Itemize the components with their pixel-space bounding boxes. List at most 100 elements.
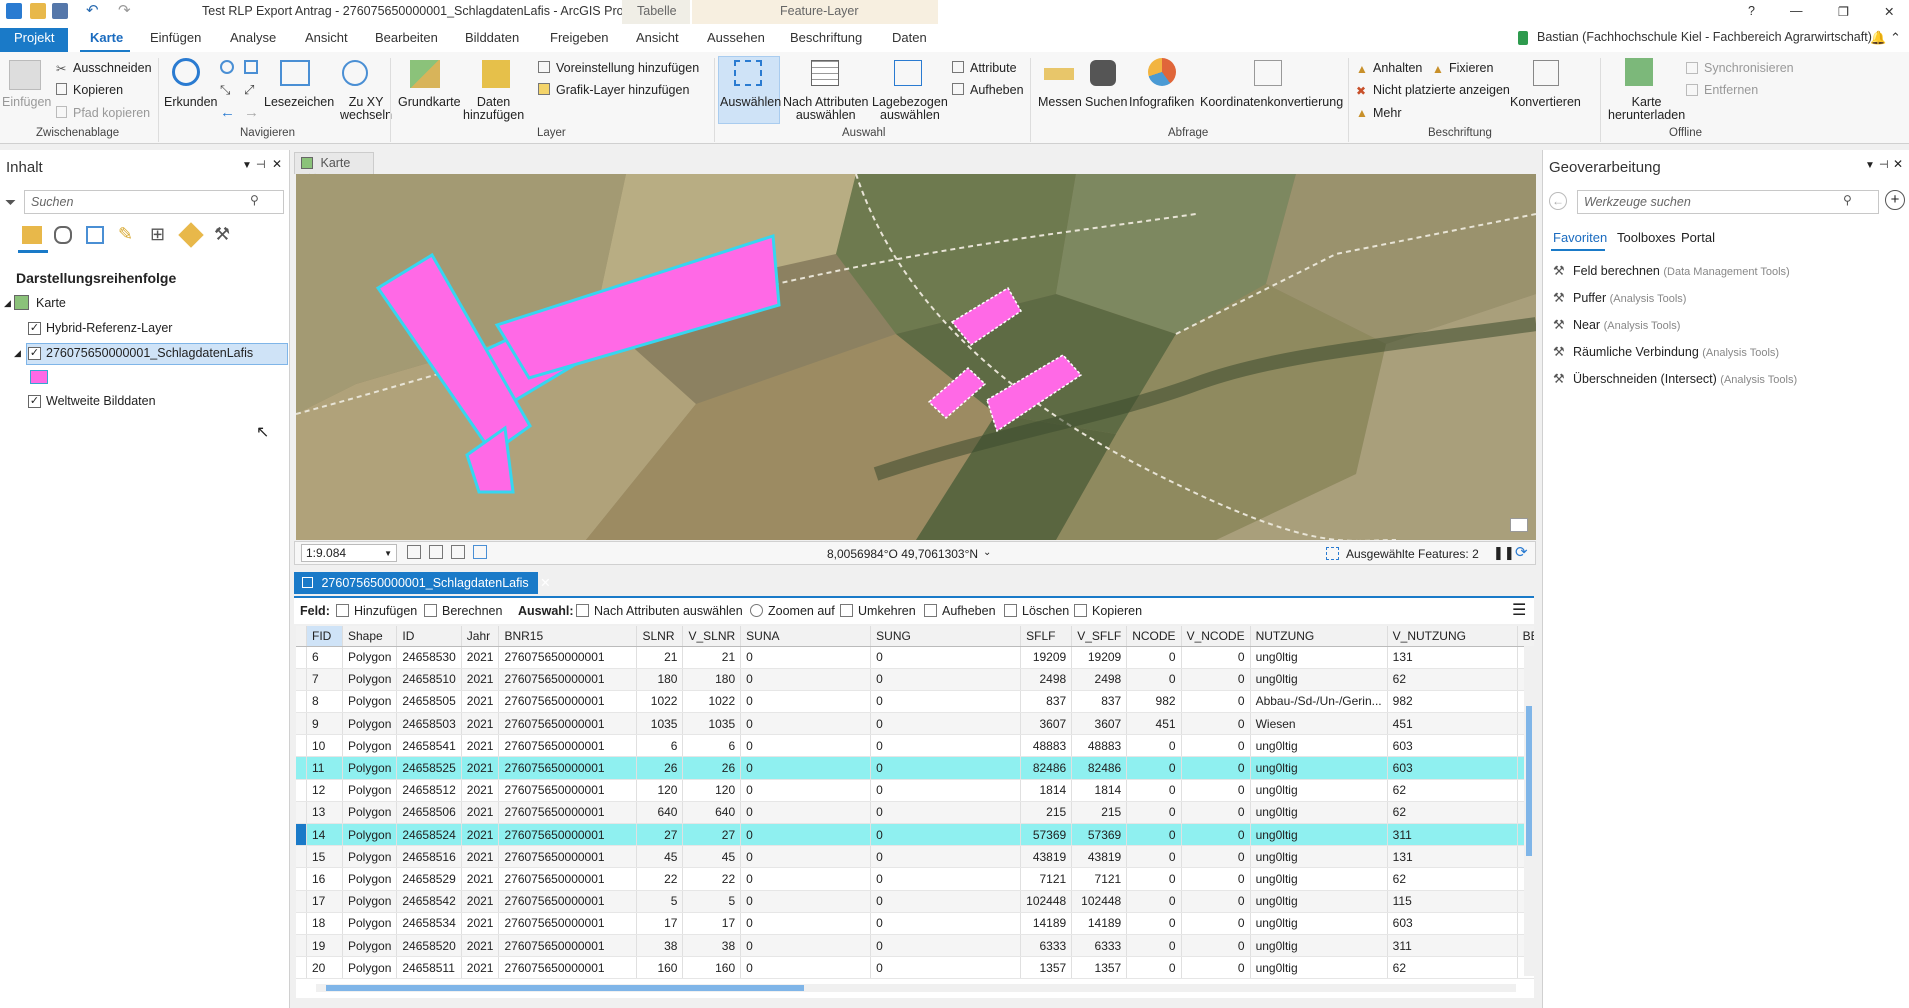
table-row[interactable]: 16 Polygon 24658529 2021 276075650000001 22 22… xyxy=(296,867,1534,891)
table-cell-v_nutzung[interactable]: 603 xyxy=(1387,912,1518,935)
table-cell-sung[interactable]: 0 xyxy=(870,934,1022,958)
restore-button[interactable]: ❐ xyxy=(1838,4,1849,19)
table-cell-sung[interactable]: 0 xyxy=(870,890,1022,913)
tab-ansicht[interactable]: Ansicht xyxy=(305,30,348,45)
help-button[interactable]: ? xyxy=(1748,4,1755,18)
table-row[interactable]: 14 Polygon 24658524 2021 276075650000001 27 27… xyxy=(296,823,1534,847)
table-cell-v_slnr[interactable]: 45 xyxy=(682,845,742,869)
table-row[interactable]: 13 Polygon 24658506 2021 276075650000001 640 6… xyxy=(296,801,1534,825)
select-by-attributes-button[interactable]: Nach Attributen auswählen xyxy=(783,96,868,122)
table-cell-ncode[interactable]: 451 xyxy=(1126,712,1182,736)
table-cell-bnr15[interactable]: 276075650000001 xyxy=(498,801,638,825)
column-header-id[interactable]: ID xyxy=(396,626,462,647)
snapping-icon[interactable]: ⊞ xyxy=(150,224,165,245)
delete-button[interactable]: Löschen xyxy=(1022,604,1069,618)
table-cell-v_ncode[interactable]: 0 xyxy=(1181,646,1251,669)
table-cell-slnr[interactable]: 160 xyxy=(636,956,684,980)
table-cell-shape[interactable]: Polygon xyxy=(342,890,398,913)
table-cell-v_slnr[interactable]: 6 xyxy=(682,734,742,758)
table-cell-suna[interactable]: 0 xyxy=(740,668,872,691)
favorite-tool[interactable]: Near (Analysis Tools) xyxy=(1573,318,1680,332)
clear-table-selection-button[interactable]: Aufheben xyxy=(942,604,996,618)
goto-xy-button[interactable]: Zu XY wechseln xyxy=(340,96,392,122)
table-cell-nutzung[interactable]: ung0ltig xyxy=(1250,756,1388,780)
table-cell-v_sflf[interactable]: 19209 xyxy=(1071,646,1128,669)
copy-path-button[interactable]: Pfad kopieren xyxy=(73,106,150,120)
pause-drawing-icon[interactable]: ❚❚ xyxy=(1493,545,1515,561)
select-by-location-button[interactable]: Lagebezogen auswählen xyxy=(872,96,948,122)
table-row[interactable]: 17 Polygon 24658542 2021 276075650000001 5 5 0 0… xyxy=(296,890,1534,913)
table-cell-jahr[interactable]: 2021 xyxy=(461,668,500,691)
favorite-tool[interactable]: Überschneiden (Intersect) (Analysis Tool… xyxy=(1573,372,1797,386)
column-header-nutzung[interactable]: NUTZUNG xyxy=(1250,626,1388,647)
expand-map-icon[interactable]: ◢ xyxy=(4,298,11,309)
refresh-icon[interactable]: ⟳ xyxy=(1515,543,1528,561)
pin-icon[interactable]: ⊣ xyxy=(256,158,266,171)
attribute-grid[interactable]: FID Shape ID Jahr BNR15 SLNR V_SLNR SUNA SUNG SFL… xyxy=(296,626,1534,980)
table-cell-v_nutzung[interactable]: 115 xyxy=(1387,890,1518,913)
selection-icon[interactable] xyxy=(86,226,104,244)
table-cell-v_nutzung[interactable]: 131 xyxy=(1387,845,1518,869)
table-cell-id[interactable]: 24658524 xyxy=(396,823,462,847)
table-cell-v_slnr[interactable]: 120 xyxy=(682,779,742,802)
table-cell-suna[interactable]: 0 xyxy=(740,890,872,913)
table-row[interactable]: 10 Polygon 24658541 2021 276075650000001 6 6 0 0… xyxy=(296,734,1534,758)
column-header-v_sflf[interactable]: V_SFLF xyxy=(1071,626,1128,647)
table-cell-ncode[interactable]: 0 xyxy=(1126,823,1182,847)
tab-beschriftung[interactable]: Beschriftung xyxy=(790,30,862,45)
table-cell-sung[interactable]: 0 xyxy=(870,779,1022,802)
table-cell-v_ncode[interactable]: 0 xyxy=(1181,956,1251,980)
table-cell-v_sflf[interactable]: 7121 xyxy=(1071,867,1128,891)
table-cell-suna[interactable]: 0 xyxy=(740,690,872,714)
download-map-button[interactable]: Karte herunterladen xyxy=(1608,96,1685,122)
table-cell-bnr15[interactable]: 276075650000001 xyxy=(498,956,638,980)
symbol-swatch[interactable] xyxy=(30,370,48,384)
table-cell-v_ncode[interactable]: 0 xyxy=(1181,912,1251,935)
table-cell-ncode[interactable]: 0 xyxy=(1126,934,1182,958)
table-cell-nutzung[interactable]: ung0ltig xyxy=(1250,779,1388,802)
row-selector-header[interactable] xyxy=(296,626,307,647)
drawing-order-icon[interactable] xyxy=(22,226,42,244)
table-cell-fid[interactable]: 11 xyxy=(306,756,343,780)
chart-icon[interactable]: ⚒ xyxy=(214,224,230,245)
table-cell-v_ncode[interactable]: 0 xyxy=(1181,867,1251,891)
table-cell-nutzung[interactable]: ung0ltig xyxy=(1250,646,1388,669)
table-cell-nutzung[interactable]: ung0ltig xyxy=(1250,956,1388,980)
table-cell-v_nutzung[interactable]: 311 xyxy=(1387,934,1518,958)
geo-close-icon[interactable]: ✕ xyxy=(1893,157,1903,171)
column-header-v_nutzung[interactable]: V_NUTZUNG xyxy=(1387,626,1518,647)
table-row[interactable]: 11 Polygon 24658525 2021 276075650000001 26 26… xyxy=(296,756,1534,780)
row-selector[interactable] xyxy=(296,646,307,669)
column-header-sflf[interactable]: SFLF xyxy=(1020,626,1073,647)
table-cell-sflf[interactable]: 19209 xyxy=(1020,646,1073,669)
cut-button[interactable]: Ausschneiden xyxy=(73,61,152,75)
geo-tab-favorites[interactable]: Favoriten xyxy=(1553,230,1607,245)
table-cell-v_nutzung[interactable]: 62 xyxy=(1387,779,1518,802)
table-cell-jahr[interactable]: 2021 xyxy=(461,646,500,669)
table-cell-slnr[interactable]: 17 xyxy=(636,912,684,935)
table-cell-bnr15[interactable]: 276075650000001 xyxy=(498,779,638,802)
table-cell-v_ncode[interactable]: 0 xyxy=(1181,668,1251,691)
layer-checkbox-schlagdaten[interactable]: ✓ xyxy=(28,347,41,360)
add-data-button[interactable]: Daten hinzufügen xyxy=(463,96,524,122)
expand-layer-icon[interactable]: ◢ xyxy=(14,348,21,359)
bookmarks-button[interactable]: Lesezeichen xyxy=(264,96,334,109)
tab-einfuegen[interactable]: Einfügen xyxy=(150,30,201,45)
map-imagery[interactable] xyxy=(296,174,1536,540)
table-cell-bnr15[interactable]: 276075650000001 xyxy=(498,734,638,758)
table-cell-id[interactable]: 24658505 xyxy=(396,690,462,714)
table-cell-ncode[interactable]: 0 xyxy=(1126,646,1182,669)
table-cell-sung[interactable]: 0 xyxy=(870,956,1022,980)
table-cell-v_slnr[interactable]: 5 xyxy=(682,890,742,913)
table-cell-slnr[interactable]: 6 xyxy=(636,734,684,758)
select-by-attributes-table-button[interactable]: Nach Attributen auswählen xyxy=(594,604,743,618)
table-cell-v_slnr[interactable]: 21 xyxy=(682,646,742,669)
table-cell-jahr[interactable]: 2021 xyxy=(461,912,500,935)
column-header-bena[interactable]: BENA xyxy=(1517,626,1534,647)
vertical-scroll-thumb[interactable] xyxy=(1526,706,1532,856)
filter-icon[interactable]: ⏷ xyxy=(5,194,16,211)
row-selector[interactable] xyxy=(296,756,307,780)
table-cell-suna[interactable]: 0 xyxy=(740,912,872,935)
table-cell-bnr15[interactable]: 276075650000001 xyxy=(498,845,638,869)
table-cell-bnr15[interactable]: 276075650000001 xyxy=(498,756,638,780)
